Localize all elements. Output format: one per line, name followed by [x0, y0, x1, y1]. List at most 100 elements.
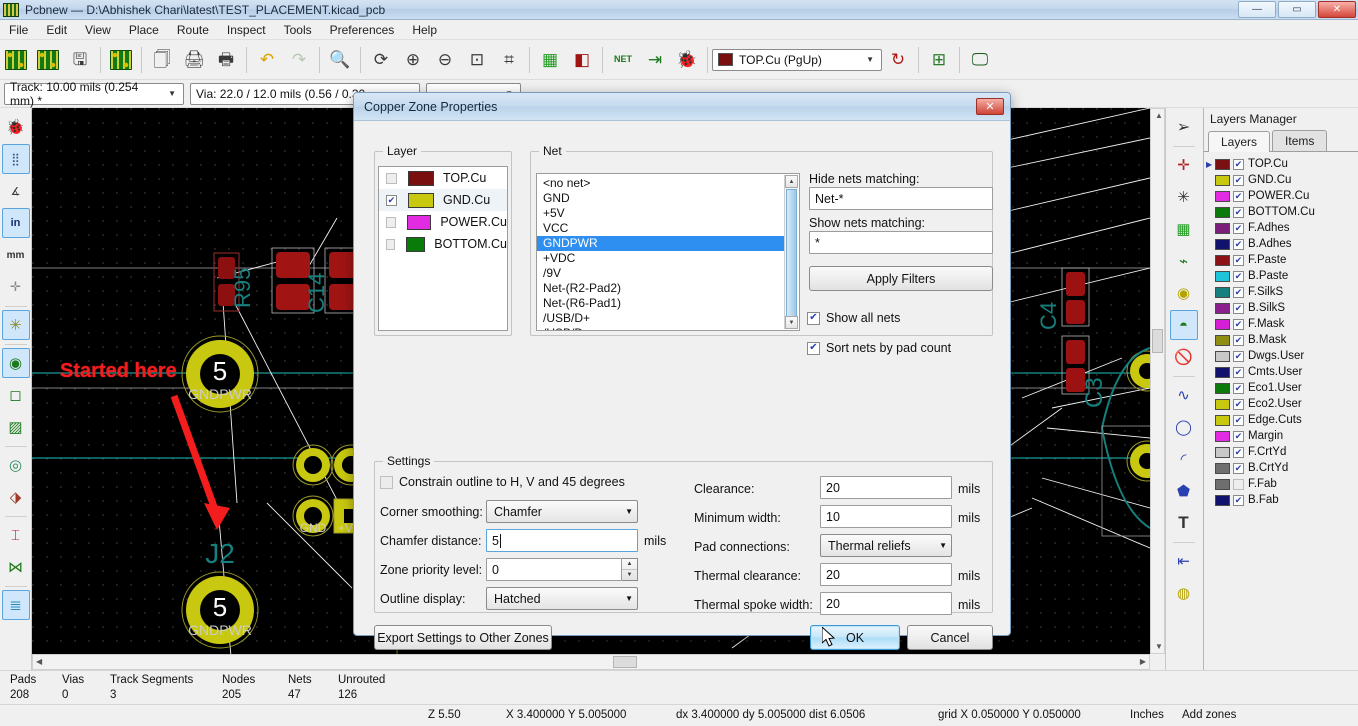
dialog-layer-checkbox[interactable]: [386, 216, 397, 228]
horizontal-scroll-thumb[interactable]: [613, 656, 637, 668]
layers-manager-row[interactable]: ✔ B.Adhes: [1206, 236, 1356, 252]
layer-color-swatch[interactable]: [1215, 382, 1230, 394]
add-footprint-icon[interactable]: ▦: [1170, 214, 1198, 244]
cancel-button[interactable]: Cancel: [907, 625, 993, 650]
dialog-layer-checkbox[interactable]: ✔: [386, 194, 397, 206]
zone-outline-icon[interactable]: ◻: [2, 380, 30, 410]
vertical-scroll-thumb[interactable]: [1152, 329, 1163, 353]
close-window-button[interactable]: ✕: [1318, 1, 1356, 18]
netlist-footprint-icon[interactable]: ▦: [535, 44, 565, 76]
add-dimension-icon[interactable]: ⇤: [1170, 546, 1198, 576]
layers-manager-row[interactable]: ✔ B.SilkS: [1206, 300, 1356, 316]
chamfer-distance-input[interactable]: 5: [486, 529, 638, 552]
layers-manager-row[interactable]: ✔ Dwgs.User: [1206, 348, 1356, 364]
menu-edit[interactable]: Edit: [37, 21, 76, 39]
sort-nets-by-pad-count-checkbox[interactable]: ✔ Sort nets by pad count: [807, 341, 951, 355]
layers-manager-row[interactable]: ✔ F.Paste: [1206, 252, 1356, 268]
layers-manager-row[interactable]: ▶ ✔ TOP.Cu: [1206, 156, 1356, 172]
zone-filled-icon[interactable]: ◉: [1, 348, 30, 378]
add-via-icon[interactable]: ◉: [1170, 278, 1198, 308]
apply-filters-button[interactable]: Apply Filters: [809, 266, 993, 291]
zone-priority-input[interactable]: 0: [486, 558, 622, 581]
layers-manager-row[interactable]: ✔ F.SilkS: [1206, 284, 1356, 300]
layer-color-swatch[interactable]: [1215, 270, 1230, 282]
drc-icon[interactable]: 🐞: [672, 44, 702, 76]
layer-visibility-checkbox[interactable]: ✔: [1233, 494, 1244, 506]
layers-manager-row[interactable]: ✔ F.CrtYd: [1206, 444, 1356, 460]
layer-color-swatch[interactable]: [1215, 318, 1230, 330]
zone-hatched-icon[interactable]: ▨: [2, 412, 30, 442]
via-display-icon[interactable]: ◎: [2, 450, 30, 480]
net-listbox[interactable]: <no net> GND +5V VCC GNDPWR +VDC/9V Net-(R2-Pa…: [536, 173, 800, 331]
layer-listbox[interactable]: TOP.Cu ✔ GND.Cu POWER.Cu BOTTOM.Cu: [378, 166, 508, 331]
layers-manager-row[interactable]: ✔ B.Mask: [1206, 332, 1356, 348]
layer-color-swatch[interactable]: [1215, 222, 1230, 234]
new-board-icon[interactable]: [1, 44, 31, 76]
hide-nets-input[interactable]: Net-*: [809, 187, 993, 210]
dialog-layer-row[interactable]: BOTTOM.Cu: [379, 233, 507, 255]
add-zone-icon[interactable]: ◓: [1169, 310, 1198, 340]
cursor-shape-icon[interactable]: ✛: [2, 272, 30, 302]
layer-visibility-checkbox[interactable]: ✔: [1233, 414, 1244, 426]
set-origin-icon[interactable]: ◍: [1170, 578, 1198, 608]
page-settings-icon[interactable]: 🗍: [147, 44, 177, 76]
ratsnest-icon[interactable]: ✳: [1, 310, 30, 340]
footprint-editor-icon[interactable]: ◧: [567, 44, 597, 76]
minimize-button[interactable]: —: [1238, 1, 1276, 18]
layer-visibility-checkbox[interactable]: ✔: [1233, 430, 1244, 442]
net-list-item[interactable]: Net-(R6-Pad1): [537, 296, 784, 311]
maximize-button[interactable]: ▭: [1278, 1, 1316, 18]
layer-visibility-checkbox[interactable]: ✔: [1233, 382, 1244, 394]
layer-color-swatch[interactable]: [1215, 350, 1230, 362]
track-sketch-icon[interactable]: ⬗: [2, 482, 30, 512]
layer-visibility-checkbox[interactable]: ✔: [1233, 238, 1244, 250]
python-console-icon[interactable]: 🖵: [965, 44, 995, 76]
layer-visibility-checkbox[interactable]: ✔: [1233, 190, 1244, 202]
net-list-item[interactable]: /9V: [537, 266, 784, 281]
scroll-right-icon[interactable]: ▶: [1140, 657, 1146, 666]
save-board-icon[interactable]: 🖫: [65, 44, 95, 76]
graphic-sketch-icon[interactable]: ⋈: [2, 552, 30, 582]
thermal-spoke-width-input[interactable]: 20: [820, 592, 952, 615]
layer-visibility-checkbox[interactable]: ✔: [1233, 222, 1244, 234]
show-nets-input[interactable]: *: [809, 231, 993, 254]
net-scroll-thumb[interactable]: [786, 189, 797, 327]
layer-color-swatch[interactable]: [1215, 174, 1230, 186]
drc-off-icon[interactable]: 🐞: [2, 112, 30, 142]
layer-visibility-checkbox[interactable]: ✔: [1233, 254, 1244, 266]
layer-color-swatch[interactable]: [1215, 286, 1230, 298]
canvas-vertical-scrollbar[interactable]: ▲ ▼: [1150, 108, 1165, 654]
pad-sketch-icon[interactable]: ⌶: [2, 520, 30, 550]
layer-color-swatch[interactable]: [1215, 206, 1230, 218]
menu-place[interactable]: Place: [120, 21, 168, 39]
layers-manager-row[interactable]: ✔ B.CrtYd: [1206, 460, 1356, 476]
find-icon[interactable]: 🔍: [325, 44, 355, 76]
layer-color-swatch[interactable]: [1215, 158, 1230, 170]
scroll-left-icon[interactable]: ◀: [36, 657, 42, 666]
net-list-item[interactable]: +VDC: [537, 251, 784, 266]
dialog-layer-row[interactable]: POWER.Cu: [379, 211, 507, 233]
stepper-up-icon[interactable]: ▲: [622, 559, 637, 570]
layer-color-swatch[interactable]: [1215, 398, 1230, 410]
layers-manager-row[interactable]: F.Fab: [1206, 476, 1356, 492]
layer-visibility-checkbox[interactable]: ✔: [1233, 398, 1244, 410]
layers-manager-row[interactable]: ✔ F.Adhes: [1206, 220, 1356, 236]
add-arc-icon[interactable]: ◜: [1170, 444, 1198, 474]
layers-manager-row[interactable]: ✔ Edge.Cuts: [1206, 412, 1356, 428]
layer-color-swatch[interactable]: [1215, 190, 1230, 202]
local-ratsnest-icon[interactable]: ✳: [1170, 182, 1198, 212]
add-polyline-icon[interactable]: ∿: [1170, 380, 1198, 410]
layer-color-swatch[interactable]: [1215, 446, 1230, 458]
add-track-icon[interactable]: ⌁: [1170, 246, 1198, 276]
layers-contrast-icon[interactable]: ≣: [1, 590, 30, 620]
clearance-input[interactable]: 20: [820, 476, 952, 499]
layer-visibility-checkbox[interactable]: ✔: [1233, 366, 1244, 378]
zoom-redraw-icon[interactable]: ⟳: [366, 44, 396, 76]
layers-manager-row[interactable]: ✔ B.Fab: [1206, 492, 1356, 508]
net-scroll-up-icon[interactable]: ▲: [785, 175, 798, 188]
add-circle-icon[interactable]: ◯: [1170, 412, 1198, 442]
add-polygon-icon[interactable]: ⬟: [1170, 476, 1198, 506]
net-list-item[interactable]: VCC: [537, 221, 784, 236]
layers-manager-row[interactable]: ✔ F.Mask: [1206, 316, 1356, 332]
scroll-down-icon[interactable]: ▼: [1155, 642, 1163, 651]
